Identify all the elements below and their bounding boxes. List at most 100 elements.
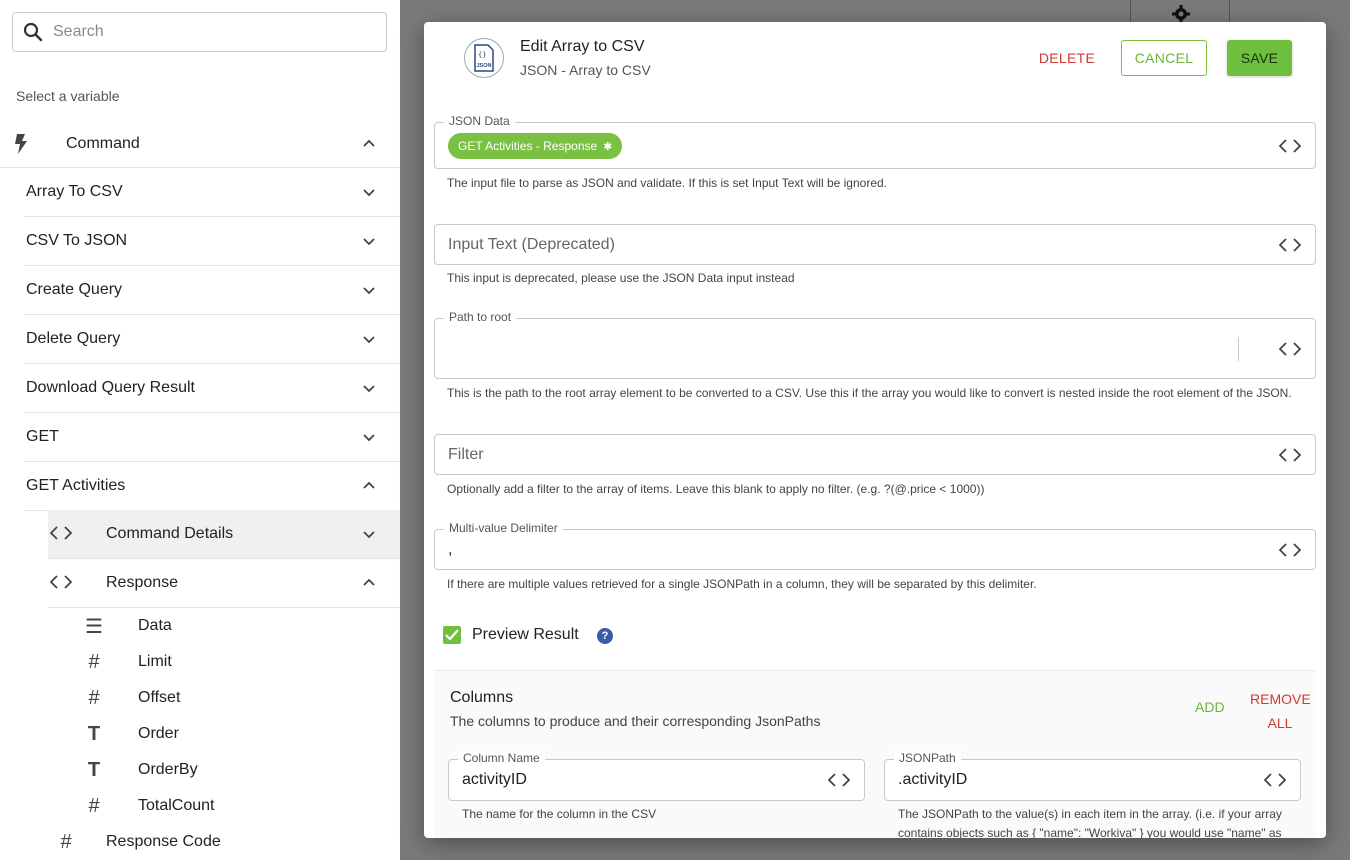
- search-input[interactable]: [53, 23, 386, 41]
- chevron-down-icon[interactable]: [362, 430, 376, 444]
- sidebar-item-csv-to-json[interactable]: CSV To JSON: [24, 217, 400, 266]
- columns-section: Columns The columns to produce and their…: [434, 670, 1316, 838]
- lightning-icon: [14, 134, 28, 159]
- sidebar-item-create-query[interactable]: Create Query: [24, 266, 400, 315]
- sidebar-item-delete-query[interactable]: Delete Query: [24, 315, 400, 364]
- delete-button[interactable]: DELETE: [1030, 40, 1104, 76]
- sidebar-leaf-orderby[interactable]: T OrderBy: [82, 752, 400, 788]
- delimiter-value: ,: [448, 541, 453, 558]
- sidebar-item-label: Download Query Result: [26, 379, 195, 396]
- sidebar-subitem-label: Command Details: [106, 525, 234, 542]
- sidebar-leaf-label: Data: [138, 617, 172, 634]
- logo-text: JSON: [477, 63, 492, 69]
- chevron-down-icon[interactable]: [362, 185, 376, 199]
- code-toggle-icon[interactable]: [1278, 543, 1302, 557]
- json-logo-icon: {} JSON: [464, 38, 504, 78]
- chevron-down-icon[interactable]: [362, 332, 376, 346]
- json-data-legend: JSON Data: [444, 114, 515, 128]
- json-data-helper: The input file to parse as JSON and vali…: [447, 176, 888, 190]
- input-text-placeholder: Input Text (Deprecated): [448, 236, 615, 253]
- dialog-header: {} JSON Edit Array to CSV JSON - Array t…: [424, 22, 1326, 102]
- filter-helper: Optionally add a filter to the array of …: [447, 482, 985, 496]
- variable-pill-label: GET Activities - Response: [458, 139, 598, 153]
- variable-sidebar: Select a variable Command Array To CSV C…: [0, 0, 400, 860]
- code-toggle-icon[interactable]: [827, 773, 851, 787]
- hash-icon: #: [88, 650, 100, 673]
- preview-result-label[interactable]: Preview Result: [472, 626, 579, 644]
- chevron-up-icon[interactable]: [362, 479, 376, 493]
- json-path-field[interactable]: JSONPath .activityID: [884, 751, 1301, 801]
- select-variable-label: Select a variable: [16, 88, 120, 104]
- code-toggle-icon[interactable]: [1278, 238, 1302, 252]
- check-icon: [445, 629, 459, 641]
- help-icon[interactable]: ?: [597, 628, 613, 644]
- cancel-button[interactable]: CANCEL: [1121, 40, 1207, 76]
- sidebar-leaf-order[interactable]: T Order: [82, 716, 400, 752]
- sidebar-leaf-limit[interactable]: # Limit: [82, 644, 400, 680]
- sidebar-item-label: CSV To JSON: [26, 232, 128, 249]
- sidebar-item-download-query-result[interactable]: Download Query Result: [24, 364, 400, 413]
- sidebar-leaf-label: Limit: [138, 653, 172, 670]
- variable-pill[interactable]: GET Activities - Response ✱: [448, 133, 623, 159]
- code-toggle-icon[interactable]: [1278, 139, 1302, 153]
- edit-array-to-csv-dialog: {} JSON Edit Array to CSV JSON - Array t…: [424, 22, 1326, 838]
- column-name-field[interactable]: Column Name activityID: [448, 751, 865, 801]
- hash-icon: #: [88, 794, 100, 817]
- chevron-up-icon[interactable]: [362, 137, 376, 151]
- chevron-down-icon[interactable]: [362, 527, 376, 541]
- background-settings-tab: [1130, 0, 1230, 24]
- chevron-down-icon[interactable]: [362, 283, 376, 297]
- sidebar-subitem-response-code[interactable]: # Response Code: [48, 826, 400, 858]
- sidebar-item-label: Delete Query: [26, 330, 121, 347]
- sidebar-item-label: Array To CSV: [26, 183, 123, 200]
- text-type-icon: T: [87, 758, 101, 781]
- json-data-field[interactable]: JSON Data GET Activities - Response ✱: [434, 114, 1316, 169]
- chevron-down-icon[interactable]: [362, 381, 376, 395]
- sidebar-section-label: Command: [66, 134, 140, 152]
- preview-result-checkbox[interactable]: [443, 626, 461, 644]
- sidebar-subitem-label: Response Code: [106, 833, 221, 850]
- json-path-value: .activityID: [898, 771, 968, 788]
- add-column-button[interactable]: ADD: [1195, 699, 1225, 715]
- sidebar-item-label: GET: [26, 428, 59, 445]
- remove-all-label-line2: ALL: [1267, 715, 1293, 731]
- sidebar-leaf-offset[interactable]: # Offset: [82, 680, 400, 716]
- delimiter-legend: Multi-value Delimiter: [444, 521, 563, 535]
- sidebar-subitem-response[interactable]: Response: [48, 559, 400, 608]
- sidebar-subitem-command-details[interactable]: Command Details: [48, 510, 400, 559]
- sidebar-section-command[interactable]: Command: [0, 120, 400, 168]
- hash-icon: #: [88, 686, 100, 709]
- text-type-icon: T: [87, 722, 101, 745]
- chevron-up-icon[interactable]: [362, 576, 376, 590]
- sidebar-item-label: GET Activities: [26, 477, 126, 494]
- code-toggle-icon[interactable]: [1278, 448, 1302, 462]
- sidebar-leaf-totalcount[interactable]: # TotalCount: [82, 788, 400, 824]
- column-name-value: activityID: [462, 771, 527, 788]
- delimiter-field[interactable]: Multi-value Delimiter ,: [434, 521, 1316, 570]
- command-list: Array To CSV CSV To JSON Create Query De…: [24, 168, 400, 511]
- sidebar-item-array-to-csv[interactable]: Array To CSV: [24, 168, 400, 217]
- input-text-field[interactable]: Input Text (Deprecated): [434, 224, 1316, 265]
- sidebar-item-get-activities[interactable]: GET Activities: [24, 462, 400, 511]
- path-to-root-field[interactable]: Path to root: [434, 310, 1316, 379]
- sidebar-item-get[interactable]: GET: [24, 413, 400, 462]
- json-path-helper: The JSONPath to the value(s) in each ite…: [898, 805, 1298, 838]
- filter-placeholder: Filter: [448, 446, 484, 463]
- path-to-root-helper: This is the path to the root array eleme…: [447, 386, 1292, 400]
- column-name-legend: Column Name: [458, 751, 545, 765]
- search-box[interactable]: [12, 12, 387, 52]
- chevron-down-icon[interactable]: [362, 234, 376, 248]
- json-path-helper-line2: contains objects such as { "name": "Work…: [898, 826, 1282, 838]
- path-to-root-legend: Path to root: [444, 310, 517, 324]
- code-icon: [49, 575, 73, 594]
- columns-title: Columns: [450, 689, 514, 706]
- code-toggle-icon[interactable]: [1278, 342, 1302, 356]
- code-toggle-icon[interactable]: [1263, 773, 1287, 787]
- json-path-legend: JSONPath: [894, 751, 961, 765]
- save-button[interactable]: SAVE: [1227, 40, 1292, 76]
- sidebar-leaf-data[interactable]: ☰ Data: [82, 608, 400, 644]
- remove-all-columns-button[interactable]: REMOVE ALL: [1250, 687, 1311, 735]
- json-path-helper-line1: The JSONPath to the value(s) in each ite…: [898, 807, 1282, 821]
- sidebar-leaf-label: OrderBy: [138, 761, 198, 778]
- filter-field[interactable]: Filter: [434, 434, 1316, 475]
